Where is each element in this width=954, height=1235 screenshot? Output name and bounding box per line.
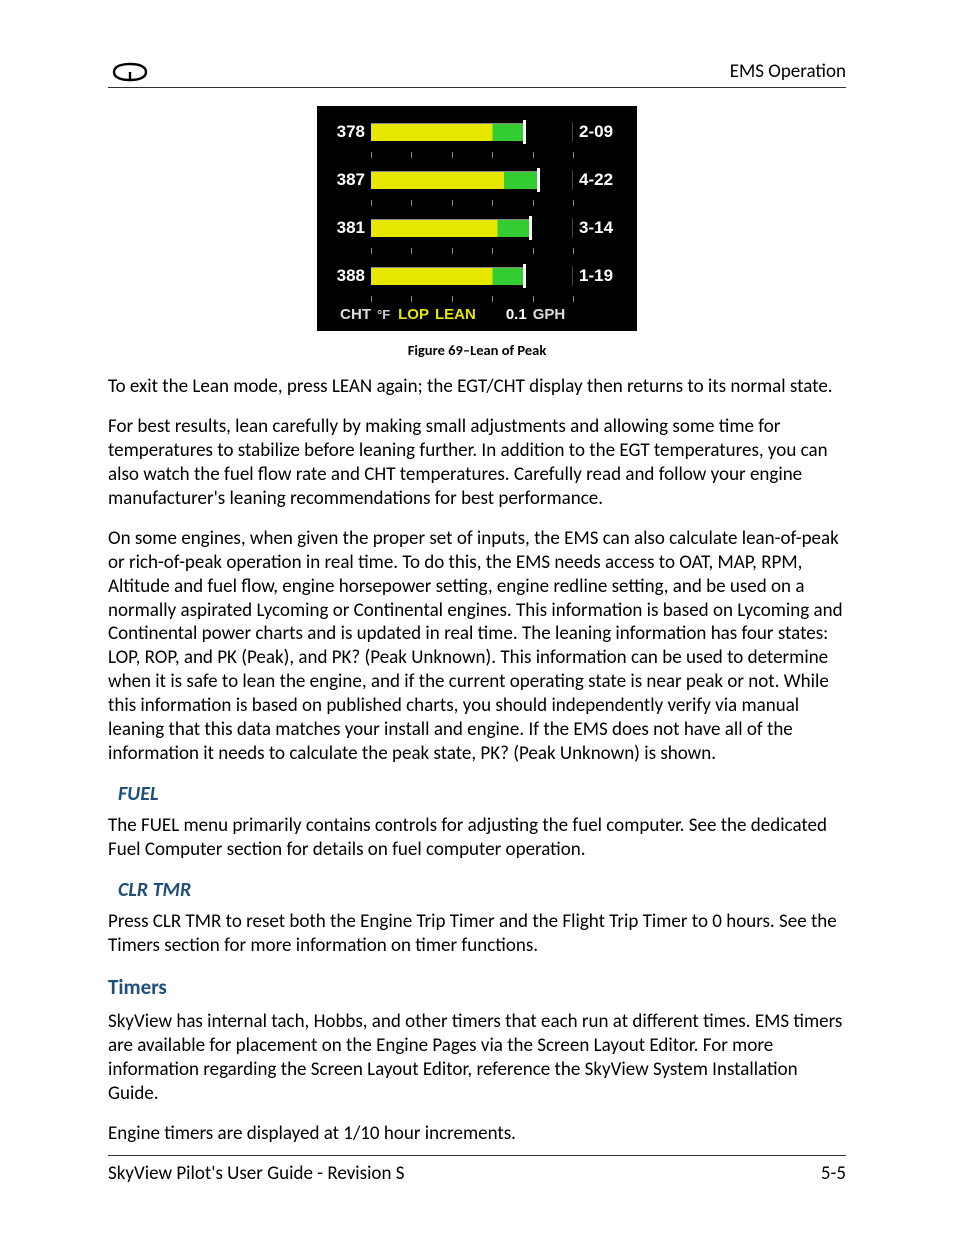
footer-left: SkyView Pilot's User Guide - Revision S (108, 1162, 404, 1185)
para-timers-2: Engine timers are displayed at 1/10 hour… (108, 1122, 846, 1146)
para-best-results: For best results, lean carefully by maki… (108, 415, 846, 511)
axis-units: °F (375, 307, 398, 322)
cht-value-3: 381 (325, 218, 371, 238)
heading-timers: Timers (108, 974, 846, 1000)
cht-value-2: 387 (325, 170, 371, 190)
para-exit-lean: To exit the Lean mode, press LEAN again;… (108, 375, 846, 399)
peak-value-3: 3-14 (579, 218, 629, 238)
figure-lean-of-peak: 378 2-09 387 4-22 (108, 106, 846, 359)
header-section-title: EMS Operation (730, 60, 846, 83)
header-row: EMS Operation (108, 60, 846, 88)
ems-row-1: 378 2-09 (325, 112, 629, 152)
status-lop: LOP (398, 306, 435, 323)
gph-units: GPH (533, 306, 566, 323)
para-calculate-lop: On some engines, when given the proper s… (108, 527, 846, 766)
footer-right: 5-5 (821, 1162, 846, 1185)
cht-value-4: 388 (325, 266, 371, 286)
peak-value-2: 4-22 (579, 170, 629, 190)
para-clr-tmr: Press CLR TMR to reset both the Engine T… (108, 910, 846, 958)
heading-clr-tmr: CLR TMR (118, 878, 846, 902)
ems-bottom-row: CHT °F LOP LEAN 0.1 GPH (325, 304, 629, 327)
logo-icon (108, 62, 152, 82)
bar-area-1 (371, 118, 573, 146)
peak-value-4: 1-19 (579, 266, 629, 286)
gph-value: 0.1 (506, 306, 533, 323)
ems-row-4: 388 1-19 (325, 256, 629, 296)
para-timers-1: SkyView has internal tach, Hobbs, and ot… (108, 1010, 846, 1106)
bar-area-2 (371, 166, 573, 194)
bar-area-3 (371, 214, 573, 242)
cht-value-1: 378 (325, 122, 371, 142)
status-lean: LEAN (435, 306, 506, 323)
page: EMS Operation 378 2-09 387 (0, 0, 954, 1235)
heading-fuel: FUEL (118, 782, 846, 806)
para-fuel: The FUEL menu primarily contains control… (108, 814, 846, 862)
bar-area-4 (371, 262, 573, 290)
figure-caption: Figure 69–Lean of Peak (108, 341, 846, 359)
ems-row-2: 387 4-22 (325, 160, 629, 200)
ems-row-3: 381 3-14 (325, 208, 629, 248)
axis-label-cht: CHT (325, 306, 375, 323)
footer-row: SkyView Pilot's User Guide - Revision S … (108, 1155, 846, 1185)
ems-cht-display: 378 2-09 387 4-22 (317, 106, 637, 331)
peak-value-1: 2-09 (579, 122, 629, 142)
